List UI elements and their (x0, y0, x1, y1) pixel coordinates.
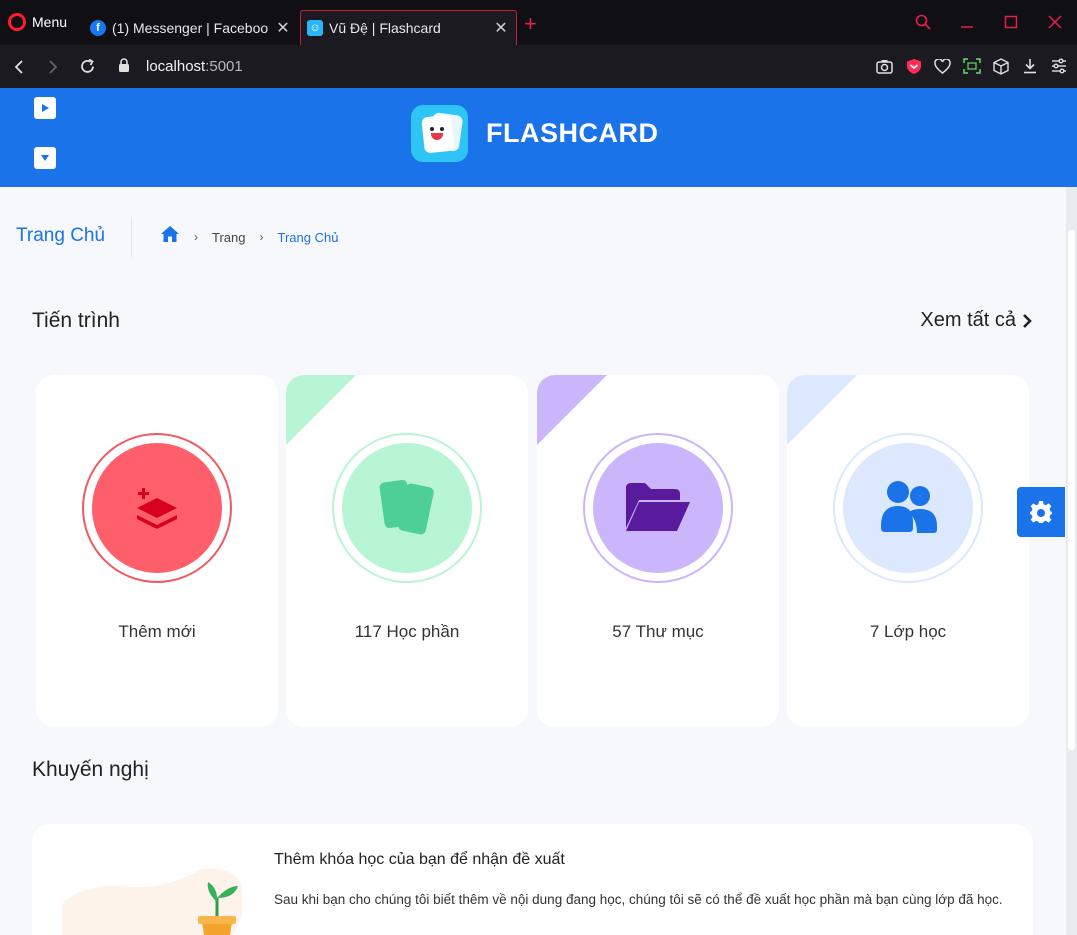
study-sets-ring (332, 433, 482, 583)
corner-decoration (537, 375, 607, 445)
recommend-section-title: Khuyến nghị (32, 758, 149, 781)
add-ring (82, 433, 232, 583)
see-all-label: Xem tất cả (920, 309, 1016, 331)
forward-icon[interactable] (36, 50, 70, 84)
breadcrumb-item-current: Trang Chủ (277, 229, 339, 245)
maximize-icon[interactable] (989, 6, 1033, 38)
flashcard-favicon-icon: ☺ (307, 20, 323, 36)
plant-illustration-icon (62, 868, 242, 935)
classes-ring (833, 433, 983, 583)
back-icon[interactable] (2, 50, 36, 84)
adblock-shield-icon[interactable] (901, 51, 926, 81)
tab-flashcard[interactable]: ☺ Vũ Đệ | Flashcard ✕ (300, 10, 517, 45)
tab-title: Vũ Đệ | Flashcard (329, 20, 441, 36)
expand-right-icon[interactable] (34, 97, 56, 119)
url-host: localhost (146, 58, 206, 75)
divider (131, 217, 132, 257)
minimize-icon[interactable] (945, 6, 989, 38)
address-bar-tools (872, 51, 1071, 81)
add-layers-icon (92, 443, 222, 573)
scrollbar-thumb[interactable] (1068, 230, 1075, 750)
breadcrumb-item-trang[interactable]: Trang (212, 230, 245, 245)
folder-open-icon (593, 443, 723, 573)
card-label: 117 Học phần (354, 622, 460, 641)
extensions-cube-icon[interactable] (988, 51, 1013, 81)
window-controls (901, 6, 1077, 38)
reload-icon[interactable] (70, 50, 104, 84)
users-icon (843, 443, 973, 573)
brand[interactable]: FLASHCARD (411, 105, 659, 162)
snapshot-icon[interactable] (959, 51, 984, 81)
breadcrumb-bar: Trang Chủ › Trang › Trang Chủ (0, 187, 1066, 287)
lock-icon (118, 58, 132, 75)
url-port: :5001 (205, 58, 243, 75)
recommend-card[interactable]: Thêm khóa học của bạn để nhận đề xuất Sa… (32, 824, 1033, 935)
settings-button[interactable] (1017, 487, 1065, 537)
card-label: 57 Thư mục (612, 622, 704, 641)
easy-setup-icon[interactable] (1046, 51, 1071, 81)
search-icon[interactable] (901, 6, 945, 38)
url-field[interactable]: localhost:5001 (146, 58, 243, 75)
card-label: Thêm mới (118, 622, 196, 641)
browser-menu-label: Menu (32, 14, 68, 30)
facebook-favicon-icon: f (90, 19, 106, 36)
corner-decoration (787, 375, 857, 445)
camera-icon[interactable] (872, 51, 897, 81)
folders-ring (583, 433, 733, 583)
card-study-sets[interactable]: 117 Học phần (286, 375, 528, 727)
card-classes[interactable]: 7 Lớp học (787, 375, 1029, 727)
download-icon[interactable] (1017, 51, 1042, 81)
see-all-link[interactable]: Xem tất cả (920, 309, 1033, 332)
browser-menu-button[interactable]: Menu (8, 10, 67, 34)
close-tab-icon[interactable]: ✕ (492, 18, 510, 38)
recommend-card-body: Sau khi bạn cho chúng tôi biết thêm về n… (274, 892, 1003, 907)
breadcrumb: › Trang › Trang Chủ (160, 225, 338, 249)
address-bar: localhost:5001 (0, 45, 1077, 88)
heart-icon[interactable] (930, 51, 955, 81)
new-tab-icon[interactable]: + (524, 13, 537, 35)
chevron-right-icon: › (259, 230, 264, 244)
progress-section-title: Tiến trình (32, 309, 120, 332)
recommend-card-title: Thêm khóa học của bạn để nhận đề xuất (274, 851, 565, 868)
gear-icon (1030, 501, 1052, 523)
card-folders[interactable]: 57 Thư mục (537, 375, 779, 727)
chevron-right-icon (1023, 313, 1032, 328)
card-add-new[interactable]: Thêm mới (36, 375, 278, 727)
corner-decoration (286, 375, 356, 445)
page-title: Trang Chủ (16, 225, 106, 246)
app-header: FLASHCARD (0, 88, 1077, 187)
dropdown-icon[interactable] (34, 147, 56, 169)
tab-title: (1) Messenger | Facebook (112, 19, 268, 36)
cards-icon (342, 443, 472, 573)
browser-tab-strip: Menu f (1) Messenger | Facebook ✕ ☺ Vũ Đ… (0, 0, 1077, 45)
card-label: 7 Lớp học (869, 622, 947, 641)
close-tab-icon[interactable]: ✕ (274, 18, 292, 38)
opera-logo-icon (8, 13, 26, 31)
home-icon[interactable] (160, 225, 180, 249)
chevron-right-icon: › (194, 230, 198, 244)
tab-messenger[interactable]: f (1) Messenger | Facebook ✕ (84, 10, 298, 45)
close-window-icon[interactable] (1033, 6, 1077, 38)
brand-name: FLASHCARD (486, 118, 659, 148)
flashcard-logo-icon (411, 105, 468, 162)
